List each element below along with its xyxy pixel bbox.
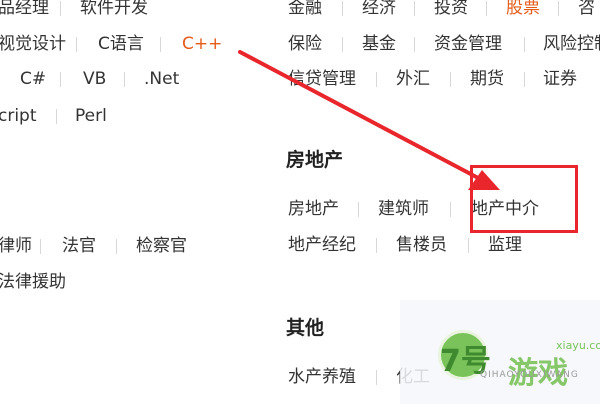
watermark-area: [400, 300, 600, 404]
watermark-domain: xiayu.com: [556, 339, 600, 352]
watermark-subtitle: QIHAOYOUXIWANG: [480, 370, 579, 380]
